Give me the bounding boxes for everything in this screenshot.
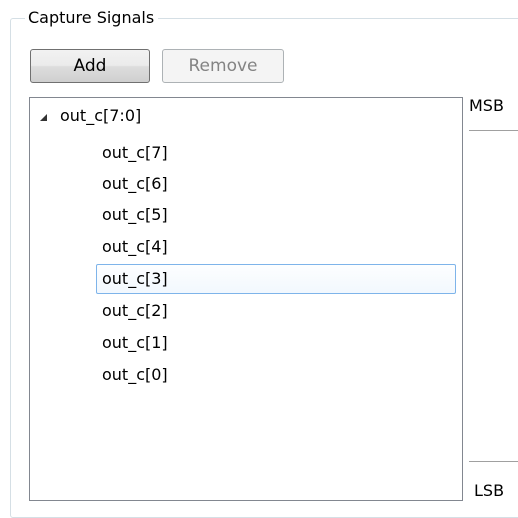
lsb-divider [469, 461, 518, 462]
tree-item-out-c-0[interactable]: out_c[0] [96, 360, 456, 390]
signal-tree-list[interactable]: out_c[7:0] out_c[7] out_c[6] out_c[5] ou… [29, 97, 463, 501]
tree-item-out-c-5[interactable]: out_c[5] [96, 200, 456, 230]
tree-node-out-c-bus[interactable]: out_c[7:0] [40, 104, 141, 128]
tree-item-out-c-7[interactable]: out_c[7] [96, 138, 456, 168]
tree-node-label: out_c[7:0] [60, 106, 142, 125]
triangle-expanded-icon[interactable] [40, 113, 47, 121]
tree-item-out-c-2[interactable]: out_c[2] [96, 296, 456, 326]
tree-item-out-c-4[interactable]: out_c[4] [96, 232, 456, 262]
tree-item-out-c-3[interactable]: out_c[3] [96, 264, 456, 294]
lsb-label: LSB [474, 481, 505, 500]
msb-divider [469, 130, 518, 131]
add-button[interactable]: Add [30, 49, 150, 83]
tree-item-out-c-6[interactable]: out_c[6] [96, 169, 456, 199]
tree-item-out-c-1[interactable]: out_c[1] [96, 328, 456, 358]
groupbox-title: Capture Signals [25, 7, 159, 29]
msb-label: MSB [469, 96, 504, 115]
remove-button[interactable]: Remove [162, 49, 284, 83]
